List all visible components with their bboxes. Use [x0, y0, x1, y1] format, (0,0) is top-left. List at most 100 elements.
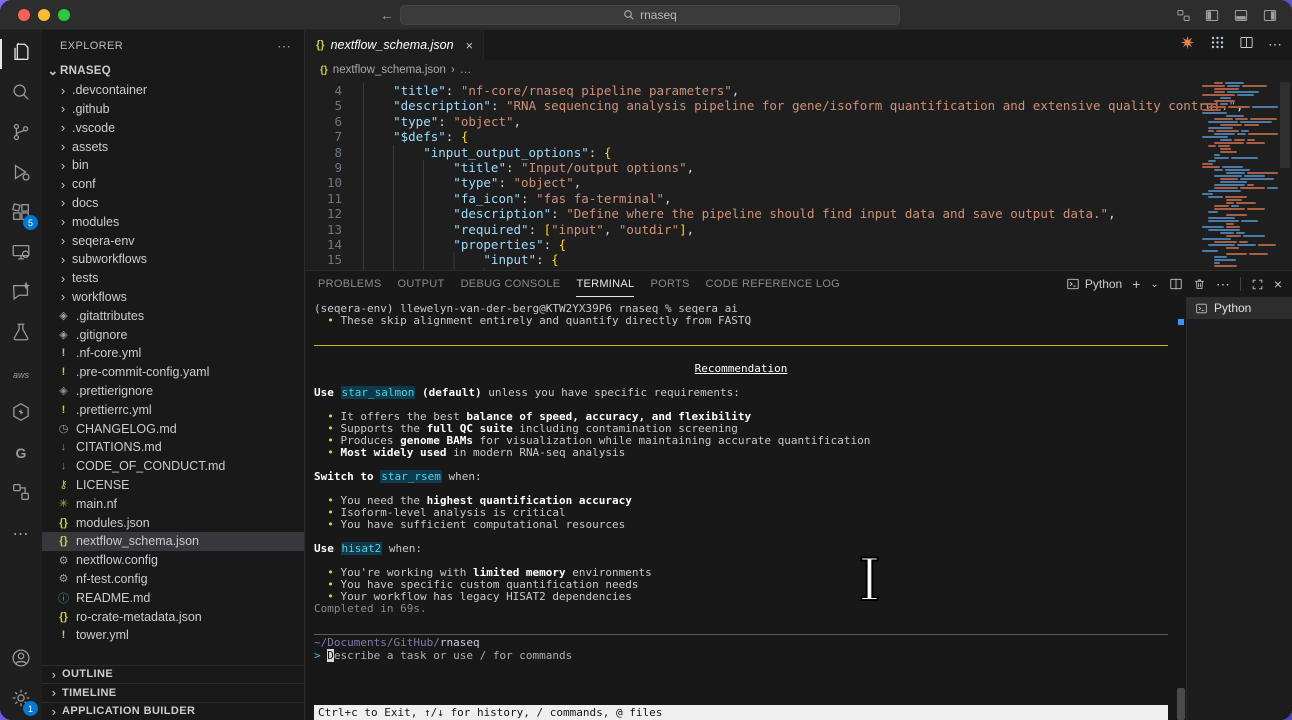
tree-folder-seqera-env[interactable]: ›seqera-env: [42, 231, 304, 250]
tree-file-.gitattributes[interactable]: ◈.gitattributes: [42, 306, 304, 325]
explorer-title: EXPLORER: [60, 40, 123, 52]
tree-folder-tests[interactable]: ›tests: [42, 269, 304, 288]
tree-file-tower.yml[interactable]: !tower.yml: [42, 626, 304, 645]
tree-folder-docs[interactable]: ›docs: [42, 194, 304, 213]
breadcrumb-rest[interactable]: …: [460, 64, 472, 76]
panel-tab-problems[interactable]: PROBLEMS: [318, 271, 382, 297]
minimize-window-button[interactable]: [38, 9, 50, 21]
close-tab-icon[interactable]: ×: [466, 38, 474, 53]
tree-file-.gitignore[interactable]: ◈.gitignore: [42, 325, 304, 344]
kill-terminal-icon[interactable]: [1193, 277, 1206, 291]
scrollbar-thumb[interactable]: [1177, 688, 1185, 720]
activity-bar: 5 aws G ⋯ 1: [0, 30, 42, 720]
maximize-panel-icon[interactable]: [1251, 278, 1264, 291]
activity-bar-item-source-control[interactable]: [0, 114, 42, 154]
activity-bar-item-search[interactable]: [0, 74, 42, 114]
panel-tab-ports[interactable]: PORTS: [650, 271, 689, 297]
tree-folder-assets[interactable]: ›assets: [42, 137, 304, 156]
panel-tab-code-reference-log[interactable]: CODE REFERENCE LOG: [706, 271, 840, 297]
panel-tab-output[interactable]: OUTPUT: [398, 271, 445, 297]
tree-root-rnaseq[interactable]: ⌄RNASEQ: [42, 62, 304, 81]
activity-bar-item-account[interactable]: [0, 640, 42, 680]
new-terminal-button[interactable]: +: [1132, 276, 1140, 292]
tree-file-main.nf[interactable]: ✳main.nf: [42, 494, 304, 513]
tree-folder-conf[interactable]: ›conf: [42, 175, 304, 194]
sidebar-section-outline[interactable]: ›OUTLINE: [42, 665, 304, 684]
tree-file-CITATIONS.md[interactable]: ↓CITATIONS.md: [42, 438, 304, 457]
breadcrumb-file[interactable]: nextflow_schema.json: [333, 64, 446, 76]
activity-bar-item-run-debug[interactable]: [0, 154, 42, 194]
tree-folder-vscode[interactable]: ›.vscode: [42, 118, 304, 137]
tree-file-.pre-commit-config.yaml[interactable]: !.pre-commit-config.yaml: [42, 363, 304, 382]
chevron-right-icon: ›: [56, 195, 70, 210]
panel-tab-terminal[interactable]: TERMINAL: [576, 271, 634, 297]
grid-icon[interactable]: [1210, 35, 1225, 55]
split-terminal-icon[interactable]: [1169, 277, 1183, 291]
breadcrumb[interactable]: {} nextflow_schema.json › …: [306, 60, 1292, 80]
starburst-icon[interactable]: [1179, 34, 1196, 56]
activity-bar-item-hexagon-tool[interactable]: [0, 394, 42, 434]
tree-file-CHANGELOG.md[interactable]: ◷CHANGELOG.md: [42, 419, 304, 438]
terminal-dropdown-icon[interactable]: ⌄: [1150, 279, 1158, 290]
minimap[interactable]: [1200, 82, 1278, 270]
terminal-input-box[interactable]: ~/Documents/GitHub/rnaseq > Describe a t…: [314, 634, 1168, 663]
terminal-tabs-list: Python: [1186, 297, 1292, 720]
tree-file-ro-crate-metadata.json[interactable]: {}ro-crate-metadata.json: [42, 607, 304, 626]
sidebar-section-application-builder[interactable]: ›APPLICATION BUILDER: [42, 702, 304, 720]
terminal-line: Completed in 69s.: [314, 603, 1168, 615]
terminal-prompt[interactable]: > Describe a task or use / for commands: [314, 649, 1168, 663]
more-actions-icon[interactable]: ⋯: [1268, 36, 1282, 54]
activity-bar-item-extensions[interactable]: 5: [0, 194, 42, 234]
tree-folder-modules[interactable]: ›modules: [42, 212, 304, 231]
tree-folder-workflows[interactable]: ›workflows: [42, 288, 304, 307]
activity-bar-item-settings[interactable]: 1: [0, 680, 42, 720]
tree-file-CODE_OF_CONDUCT.md[interactable]: ↓CODE_OF_CONDUCT.md: [42, 457, 304, 476]
tab-nextflow-schema[interactable]: {} nextflow_schema.json ×: [306, 30, 484, 60]
tree-file-nf-test.config[interactable]: ⚙nf-test.config: [42, 570, 304, 589]
history-back-button[interactable]: ←: [380, 7, 394, 23]
tree-folder-subworkflows[interactable]: ›subworkflows: [42, 250, 304, 269]
terminal-list-item-python[interactable]: Python: [1187, 297, 1292, 319]
panel-more-actions-icon[interactable]: ⋯: [1216, 276, 1230, 293]
terminal-shell-indicator[interactable]: Python: [1066, 277, 1122, 291]
tree-file-LICENSE[interactable]: ⚷LICENSE: [42, 476, 304, 495]
editor-scrollbar[interactable]: [1278, 80, 1292, 270]
tree-file-.prettierrc.yml[interactable]: !.prettierrc.yml: [42, 400, 304, 419]
activity-bar-item-explorer[interactable]: [0, 34, 42, 74]
activity-bar-item-remote-explorer[interactable]: [0, 234, 42, 274]
activity-bar-item-pipeline-diagram[interactable]: [0, 474, 42, 514]
code-editor[interactable]: 4"title": "nf-core/rnaseq pipeline param…: [306, 80, 1292, 270]
tree-file-nextflow.config[interactable]: ⚙nextflow.config: [42, 551, 304, 570]
tree-folder-devcontainer[interactable]: ›.devcontainer: [42, 81, 304, 100]
panel-tab-debug-console[interactable]: DEBUG CONSOLE: [461, 271, 561, 297]
sidebar-section-timeline[interactable]: ›TIMELINE: [42, 683, 304, 702]
activity-bar-item-g-tool[interactable]: G: [0, 434, 42, 474]
layout-customize-icon[interactable]: [1176, 8, 1191, 23]
explorer-more-actions-icon[interactable]: ⋯: [277, 38, 292, 55]
close-panel-icon[interactable]: ×: [1274, 276, 1282, 292]
search-icon: [10, 81, 32, 108]
tree-file-README.md[interactable]: ⓘREADME.md: [42, 588, 304, 607]
split-editor-icon[interactable]: [1239, 35, 1254, 55]
activity-bar-item-aws[interactable]: aws: [0, 354, 42, 394]
activity-bar-item-chat[interactable]: [0, 274, 42, 314]
command-center-search[interactable]: rnaseq: [400, 5, 900, 25]
tree-file-modules.json[interactable]: {}modules.json: [42, 513, 304, 532]
activity-bar-item-more[interactable]: ⋯: [0, 514, 42, 554]
tree-file-nextflow_schema.json[interactable]: {}nextflow_schema.json: [42, 532, 304, 551]
zoom-window-button[interactable]: [58, 9, 70, 21]
close-window-button[interactable]: [18, 9, 30, 21]
terminal-line: Recommendation: [314, 363, 1168, 375]
toggle-panel-icon[interactable]: [1233, 8, 1249, 23]
chevron-right-icon: ›: [56, 139, 70, 154]
explorer-sidebar: EXPLORER ⋯ ⌄RNASEQ›.devcontainer›.github…: [42, 30, 305, 720]
terminal[interactable]: (seqera-env) llewelyn-van-der-berg@KTW2Y…: [306, 297, 1186, 720]
tree-folder-bin[interactable]: ›bin: [42, 156, 304, 175]
tree-file-.nf-core.yml[interactable]: !.nf-core.yml: [42, 344, 304, 363]
toggle-sidebar-left-icon[interactable]: [1204, 8, 1220, 23]
toggle-sidebar-right-icon[interactable]: [1262, 8, 1278, 23]
activity-bar-item-testing[interactable]: [0, 314, 42, 354]
tree-file-.prettierignore[interactable]: ◈.prettierignore: [42, 382, 304, 401]
tree-folder-github[interactable]: ›.github: [42, 100, 304, 119]
terminal-scrollbar[interactable]: [1176, 297, 1186, 720]
